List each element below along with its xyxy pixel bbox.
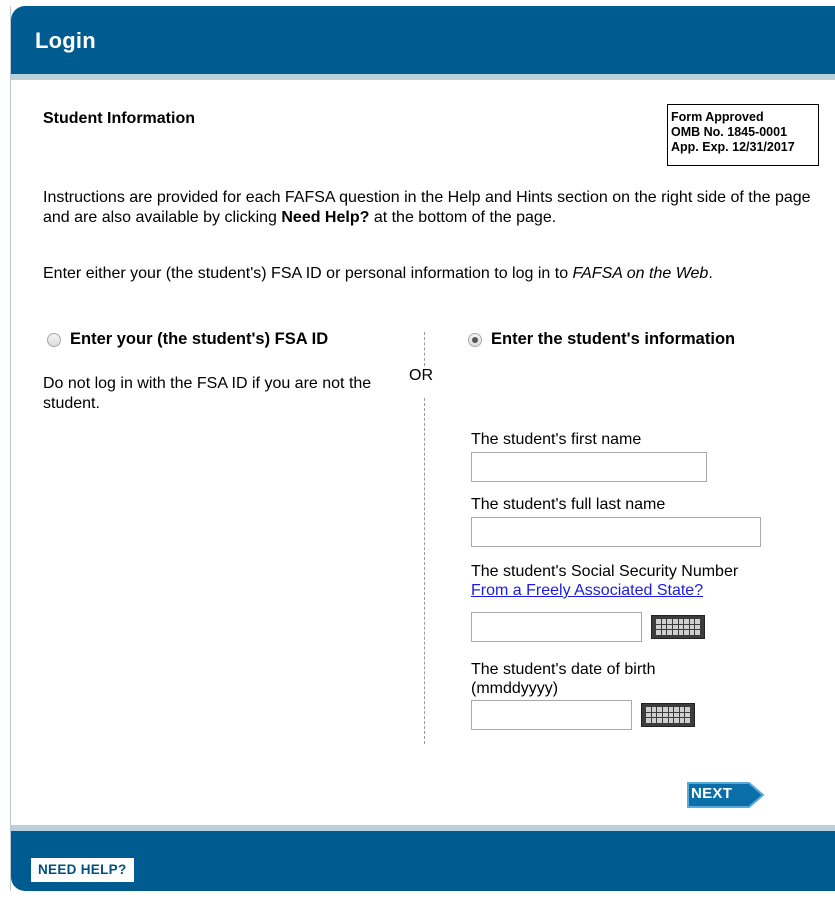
omb-line-3: App. Exp. 12/31/2017 bbox=[671, 140, 795, 154]
fsa-id-radio[interactable] bbox=[47, 332, 61, 347]
keyboard-icon[interactable] bbox=[651, 615, 705, 639]
dob-label-line-1: The student's date of birth bbox=[471, 661, 656, 678]
header-bar: Login bbox=[11, 6, 835, 74]
fafsa-on-the-web-emphasis: FAFSA on the Web bbox=[572, 265, 709, 282]
fsa-id-option-label: Enter your (the student's) FSA ID bbox=[70, 330, 329, 348]
student-info-option[interactable]: Enter the student's information bbox=[468, 330, 735, 349]
freely-associated-state-link[interactable]: From a Freely Associated State? bbox=[471, 582, 703, 600]
login-method-paragraph: Enter either your (the student's) FSA ID… bbox=[43, 264, 823, 284]
next-button-label: NEXT bbox=[691, 785, 733, 802]
need-help-emphasis: Need Help? bbox=[281, 209, 370, 226]
section-title: Student Information bbox=[43, 110, 195, 127]
dob-label-line-2: (mmddyyyy) bbox=[471, 680, 559, 697]
dob-label: The student's date of birth (mmddyyyy) bbox=[471, 660, 656, 698]
first-name-label: The student's first name bbox=[471, 431, 642, 448]
last-name-input[interactable] bbox=[471, 517, 761, 547]
omb-approval-box: Form Approved OMB No. 1845-0001 App. Exp… bbox=[667, 104, 819, 166]
fsa-id-note: Do not log in with the FSA ID if you are… bbox=[43, 375, 372, 412]
omb-line-1: Form Approved bbox=[671, 110, 764, 124]
student-info-radio[interactable] bbox=[468, 332, 482, 347]
omb-line-2: OMB No. 1845-0001 bbox=[671, 125, 788, 139]
ssn-label: The student's Social Security Number bbox=[471, 563, 739, 580]
next-button[interactable]: NEXT bbox=[687, 782, 765, 808]
ssn-input[interactable] bbox=[471, 612, 642, 642]
footer-bar: NEED HELP? bbox=[11, 831, 835, 891]
header-divider bbox=[11, 74, 835, 80]
dob-input[interactable] bbox=[471, 700, 632, 730]
last-name-label: The student's full last name bbox=[471, 496, 666, 513]
fsa-id-option[interactable]: Enter your (the student's) FSA ID bbox=[47, 330, 328, 349]
option-divider-top bbox=[424, 332, 425, 366]
login-panel: Login Student Information Form Approved … bbox=[10, 6, 835, 891]
instructions-paragraph: Instructions are provided for each FAFSA… bbox=[43, 188, 823, 228]
option-divider-bottom bbox=[424, 398, 425, 744]
page-title: Login bbox=[35, 28, 96, 53]
login-method-text-start: Enter either your (the student's) FSA ID… bbox=[43, 265, 573, 282]
need-help-button[interactable]: NEED HELP? bbox=[31, 858, 134, 882]
student-info-option-label: Enter the student's information bbox=[491, 330, 736, 348]
first-name-input[interactable] bbox=[471, 452, 707, 482]
keyboard-icon[interactable] bbox=[641, 703, 695, 727]
instructions-text-end: at the bottom of the page. bbox=[369, 209, 557, 226]
or-separator: OR bbox=[409, 367, 433, 384]
login-method-text-end: . bbox=[708, 265, 713, 282]
